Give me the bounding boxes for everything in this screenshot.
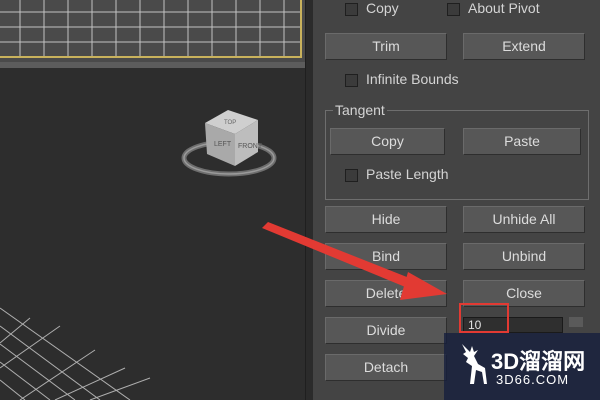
hide-button[interactable]: Hide — [325, 206, 447, 233]
trim-button[interactable]: Trim — [325, 33, 447, 60]
tangent-copy-button[interactable]: Copy — [330, 128, 445, 155]
bind-button[interactable]: Bind — [325, 243, 447, 270]
infinite-bounds-label: Infinite Bounds — [366, 71, 459, 87]
divide-button[interactable]: Divide — [325, 317, 447, 344]
delete-button[interactable]: Delete — [325, 280, 447, 307]
infinite-bounds-checkbox[interactable] — [345, 74, 358, 87]
detach-button[interactable]: Detach — [325, 354, 447, 381]
tangent-group-title: Tangent — [333, 102, 387, 118]
extend-button[interactable]: Extend — [463, 33, 585, 60]
perspective-viewport[interactable]: LEFT FRONT TOP — [0, 68, 305, 400]
viewcube-icon[interactable]: LEFT FRONT TOP — [0, 68, 305, 400]
unbind-button[interactable]: Unbind — [463, 243, 585, 270]
viewcube-face-front: FRONT — [238, 143, 263, 150]
panel-divider — [305, 0, 313, 400]
deer-logo-icon — [462, 344, 487, 384]
annotation-highlight-box — [459, 303, 509, 333]
paste-length-checkbox[interactable] — [345, 169, 358, 182]
about-pivot-checkbox[interactable] — [447, 3, 460, 16]
active-viewport-border — [0, 0, 302, 58]
viewcube-face-top: TOP — [224, 120, 236, 126]
viewcube-face-left: LEFT — [214, 141, 232, 148]
tangent-group — [325, 110, 589, 200]
spinner-up-icon[interactable] — [569, 317, 583, 327]
top-viewport[interactable] — [0, 0, 305, 62]
tangent-paste-button[interactable]: Paste — [463, 128, 581, 155]
copy-checkbox[interactable] — [345, 3, 358, 16]
watermark-subtitle: 3D66.COM — [496, 372, 570, 387]
unhide-all-button[interactable]: Unhide All — [463, 206, 585, 233]
copy-checkbox-label: Copy — [366, 0, 399, 16]
paste-length-label: Paste Length — [366, 166, 449, 182]
about-pivot-label: About Pivot — [468, 0, 540, 16]
